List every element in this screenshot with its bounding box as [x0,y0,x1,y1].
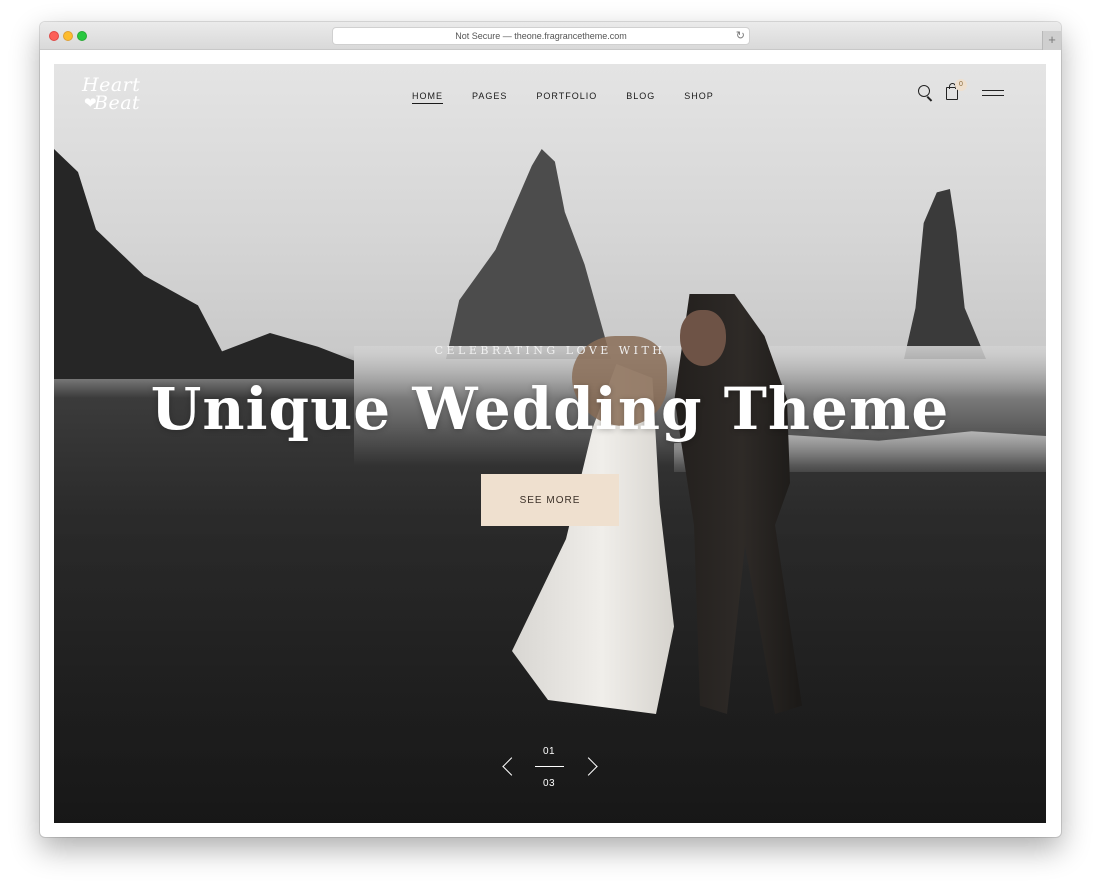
nav-item-home[interactable]: HOME [412,90,443,104]
nav-item-portfolio[interactable]: PORTFOLIO [536,90,597,104]
address-text: Not Secure — theone.fragrancetheme.com [455,31,627,41]
groom-figure [674,294,802,714]
search-icon[interactable] [918,85,933,102]
chevron-left-icon [502,757,521,776]
slide-counter-current: 01 [542,746,556,757]
nav-item-blog[interactable]: BLOG [626,90,655,104]
reload-icon[interactable]: ↻ [736,29,745,43]
slide-counter-divider [535,766,564,767]
scenery-sea-stack-right [904,189,986,359]
address-bar[interactable]: Not Secure — theone.fragrancetheme.com ↻ [332,27,750,45]
slider-prev-button[interactable] [500,754,521,780]
chevron-right-icon [579,757,598,776]
groom-head [680,310,726,366]
menu-icon[interactable] [982,90,1004,97]
hero-headline: Unique Wedding Theme [150,375,950,443]
new-tab-button[interactable]: + [1042,31,1061,50]
nav-item-shop[interactable]: SHOP [684,90,714,104]
close-window-button[interactable] [49,31,59,41]
hero-eyebrow: CELEBRATING LOVE WITH [434,344,666,357]
nav-item-pages[interactable]: PAGES [472,90,507,104]
heart-icon: ❤ [84,94,98,112]
browser-window: Not Secure — theone.fragrancetheme.com ↻… [40,22,1061,837]
zoom-window-button[interactable] [77,31,87,41]
see-more-button[interactable]: SEE MORE [481,474,619,526]
slide-counter-total: 03 [542,778,556,789]
main-nav: HOME PAGES PORTFOLIO BLOG SHOP [412,90,714,104]
cart-count-badge: 0 [955,79,967,91]
hero-slide: Heart Beat ❤ HOME PAGES PORTFOLIO BLOG S… [54,64,1046,823]
slider-next-button[interactable] [579,754,600,780]
browser-titlebar: Not Secure — theone.fragrancetheme.com ↻… [40,22,1061,50]
site-logo[interactable]: Heart Beat ❤ [82,76,174,120]
minimize-window-button[interactable] [63,31,73,41]
